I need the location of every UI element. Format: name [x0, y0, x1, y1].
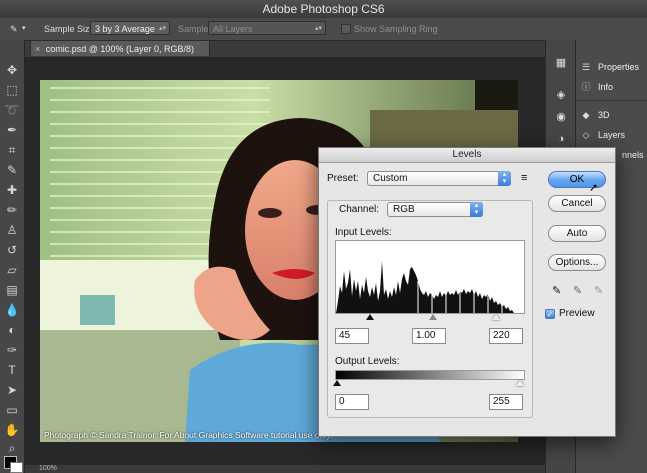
output-levels-label: Output Levels: — [335, 356, 400, 367]
move-tool-icon[interactable]: ✥ — [3, 62, 21, 78]
preset-value: Custom — [373, 173, 408, 184]
path-selection-tool-icon[interactable]: ➤ — [3, 382, 21, 398]
marquee-tool-icon[interactable]: ⬚ — [3, 82, 21, 98]
chevron-updown-icon: ▴▾ — [314, 25, 322, 32]
chevron-updown-icon: ▴▾ — [470, 202, 483, 217]
input-gamma-slider[interactable] — [429, 314, 437, 320]
show-sampling-ring-label: Show Sampling Ring — [354, 24, 438, 34]
pen-tool-icon[interactable]: ✑ — [3, 342, 21, 358]
show-sampling-ring-checkbox[interactable] — [341, 24, 351, 34]
blur-tool-icon[interactable]: 💧 — [3, 302, 21, 318]
channel-value: RGB — [393, 204, 415, 215]
input-black-slider[interactable] — [366, 314, 374, 320]
properties-panel-tab[interactable]: ☰ Properties — [579, 60, 639, 74]
channel-select[interactable]: RGB ▴ ▾ — [387, 202, 483, 217]
options-button[interactable]: Options... — [548, 254, 606, 271]
document-tab-label: comic.psd @ 100% (Layer 0, RGB/8) — [45, 44, 194, 54]
3d-panel-tab[interactable]: ◆ 3D — [579, 108, 610, 122]
preview-label: Preview — [559, 308, 595, 319]
white-point-eyedropper-icon[interactable]: ✎ — [594, 284, 603, 297]
styles-icon[interactable]: ◉ — [554, 110, 568, 124]
auto-button[interactable]: Auto — [548, 225, 606, 242]
eraser-tool-icon[interactable]: ▱ — [3, 262, 21, 278]
channel-label: Channel: — [339, 204, 380, 215]
photo-caption: Photograph © Sandra Trainor. For About G… — [44, 430, 333, 440]
history-icon[interactable]: ▦ — [554, 56, 568, 70]
output-white-field[interactable]: 255 — [489, 394, 523, 410]
cancel-button[interactable]: Cancel — [548, 195, 606, 212]
shape-tool-icon[interactable]: ▭ — [3, 402, 21, 418]
chevron-updown-icon: ▴▾ — [158, 25, 166, 32]
input-white-slider[interactable] — [492, 314, 500, 320]
output-black-field[interactable]: 0 — [335, 394, 369, 410]
input-black-field[interactable]: 45 — [335, 328, 369, 344]
dodge-tool-icon[interactable]: ◐ — [3, 322, 21, 338]
preset-label: Preset: — [327, 173, 359, 184]
layers-label: Layers — [598, 130, 626, 140]
sample-size-value: 3 by 3 Average — [95, 24, 155, 34]
channels-label: nnels — [622, 150, 644, 160]
panel-divider — [576, 100, 647, 101]
chevron-updown-icon: ▴▾ — [498, 171, 511, 186]
window-title: Adobe Photoshop CS6 — [0, 0, 647, 19]
gray-point-eyedropper-icon[interactable]: ✎ — [573, 284, 582, 297]
eyedropper-tool-icon[interactable]: ✎ — [3, 162, 21, 178]
input-gamma-field[interactable]: 1.00 — [412, 328, 446, 344]
black-point-eyedropper-icon[interactable]: ✎ — [552, 284, 561, 297]
gradient-tool-icon[interactable]: ▤ — [3, 282, 21, 298]
preset-select[interactable]: Custom ▴ ▾ — [367, 171, 511, 186]
cube-icon: ◆ — [582, 110, 590, 120]
close-icon[interactable]: × — [35, 44, 40, 54]
histogram — [335, 240, 525, 314]
input-levels-label: Input Levels: — [335, 227, 392, 238]
sample-value: All Layers — [213, 24, 253, 34]
status-bar: 100% — [25, 465, 545, 473]
history-brush-tool-icon[interactable]: ↺ — [3, 242, 21, 258]
info-label: Info — [598, 82, 614, 92]
eyedropper-tool-icon[interactable]: ✎ — [10, 22, 18, 36]
3d-label: 3D — [598, 110, 610, 120]
swatches-icon[interactable]: ◈ — [554, 88, 568, 102]
sample-select[interactable]: All Layers ▴▾ — [208, 21, 326, 35]
layers-icon: ◇ — [582, 130, 590, 140]
sample-label: Sample: — [178, 24, 212, 34]
lasso-tool-icon[interactable]: ➰ — [3, 102, 21, 118]
crop-tool-icon[interactable]: ⌗ — [3, 142, 21, 158]
info-panel-tab[interactable]: ⓘ Info — [579, 80, 613, 94]
output-black-slider[interactable] — [333, 380, 341, 386]
document-tab[interactable]: × comic.psd @ 100% (Layer 0, RGB/8) — [30, 40, 210, 56]
levels-dialog-title: Levels — [319, 148, 615, 163]
mouse-cursor-icon: ➚ — [589, 182, 599, 194]
clone-stamp-tool-icon[interactable]: ♙ — [3, 222, 21, 238]
output-white-slider[interactable] — [516, 380, 524, 386]
type-tool-icon[interactable]: T — [3, 362, 21, 378]
layers-panel-tab[interactable]: ◇ Layers — [579, 128, 625, 142]
histogram-graph — [336, 261, 524, 313]
preview-checkbox[interactable]: ✓ — [545, 309, 555, 319]
zoom-level[interactable]: 100% — [39, 465, 57, 472]
hand-tool-icon[interactable]: ✋ — [3, 422, 21, 438]
tools-panel: ✥ ⬚ ➰ ✒ ⌗ ✎ ✚ ✏ ♙ ↺ ▱ ▤ 💧 ◐ ✑ T ➤ ▭ ✋ ⌕ — [0, 40, 25, 473]
channels-panel-tab[interactable]: nnels — [622, 148, 644, 162]
brush-tool-icon[interactable]: ✏ — [3, 202, 21, 218]
adjustments-icon[interactable]: ◑ — [554, 132, 568, 146]
healing-brush-tool-icon[interactable]: ✚ — [3, 182, 21, 198]
properties-icon: ☰ — [581, 62, 591, 72]
options-bar: ✎ ▾ Sample Size: 3 by 3 Average ▴▾ Sampl… — [0, 18, 647, 41]
sample-size-select[interactable]: 3 by 3 Average ▴▾ — [90, 21, 170, 35]
properties-label: Properties — [598, 62, 640, 72]
preset-options-icon[interactable]: ≡ — [521, 172, 527, 184]
input-white-field[interactable]: 220 — [489, 328, 523, 344]
info-icon: ⓘ — [581, 82, 591, 92]
quick-select-tool-icon[interactable]: ✒ — [3, 122, 21, 138]
output-gradient-bar — [335, 370, 525, 380]
chevron-down-icon[interactable]: ▾ — [22, 22, 26, 36]
zoom-tool-icon[interactable]: ⌕ — [3, 440, 21, 456]
levels-dialog: Levels Preset: Custom ▴ ▾ ≡ Channel: RGB … — [318, 147, 616, 437]
background-color-swatch[interactable] — [10, 462, 23, 473]
